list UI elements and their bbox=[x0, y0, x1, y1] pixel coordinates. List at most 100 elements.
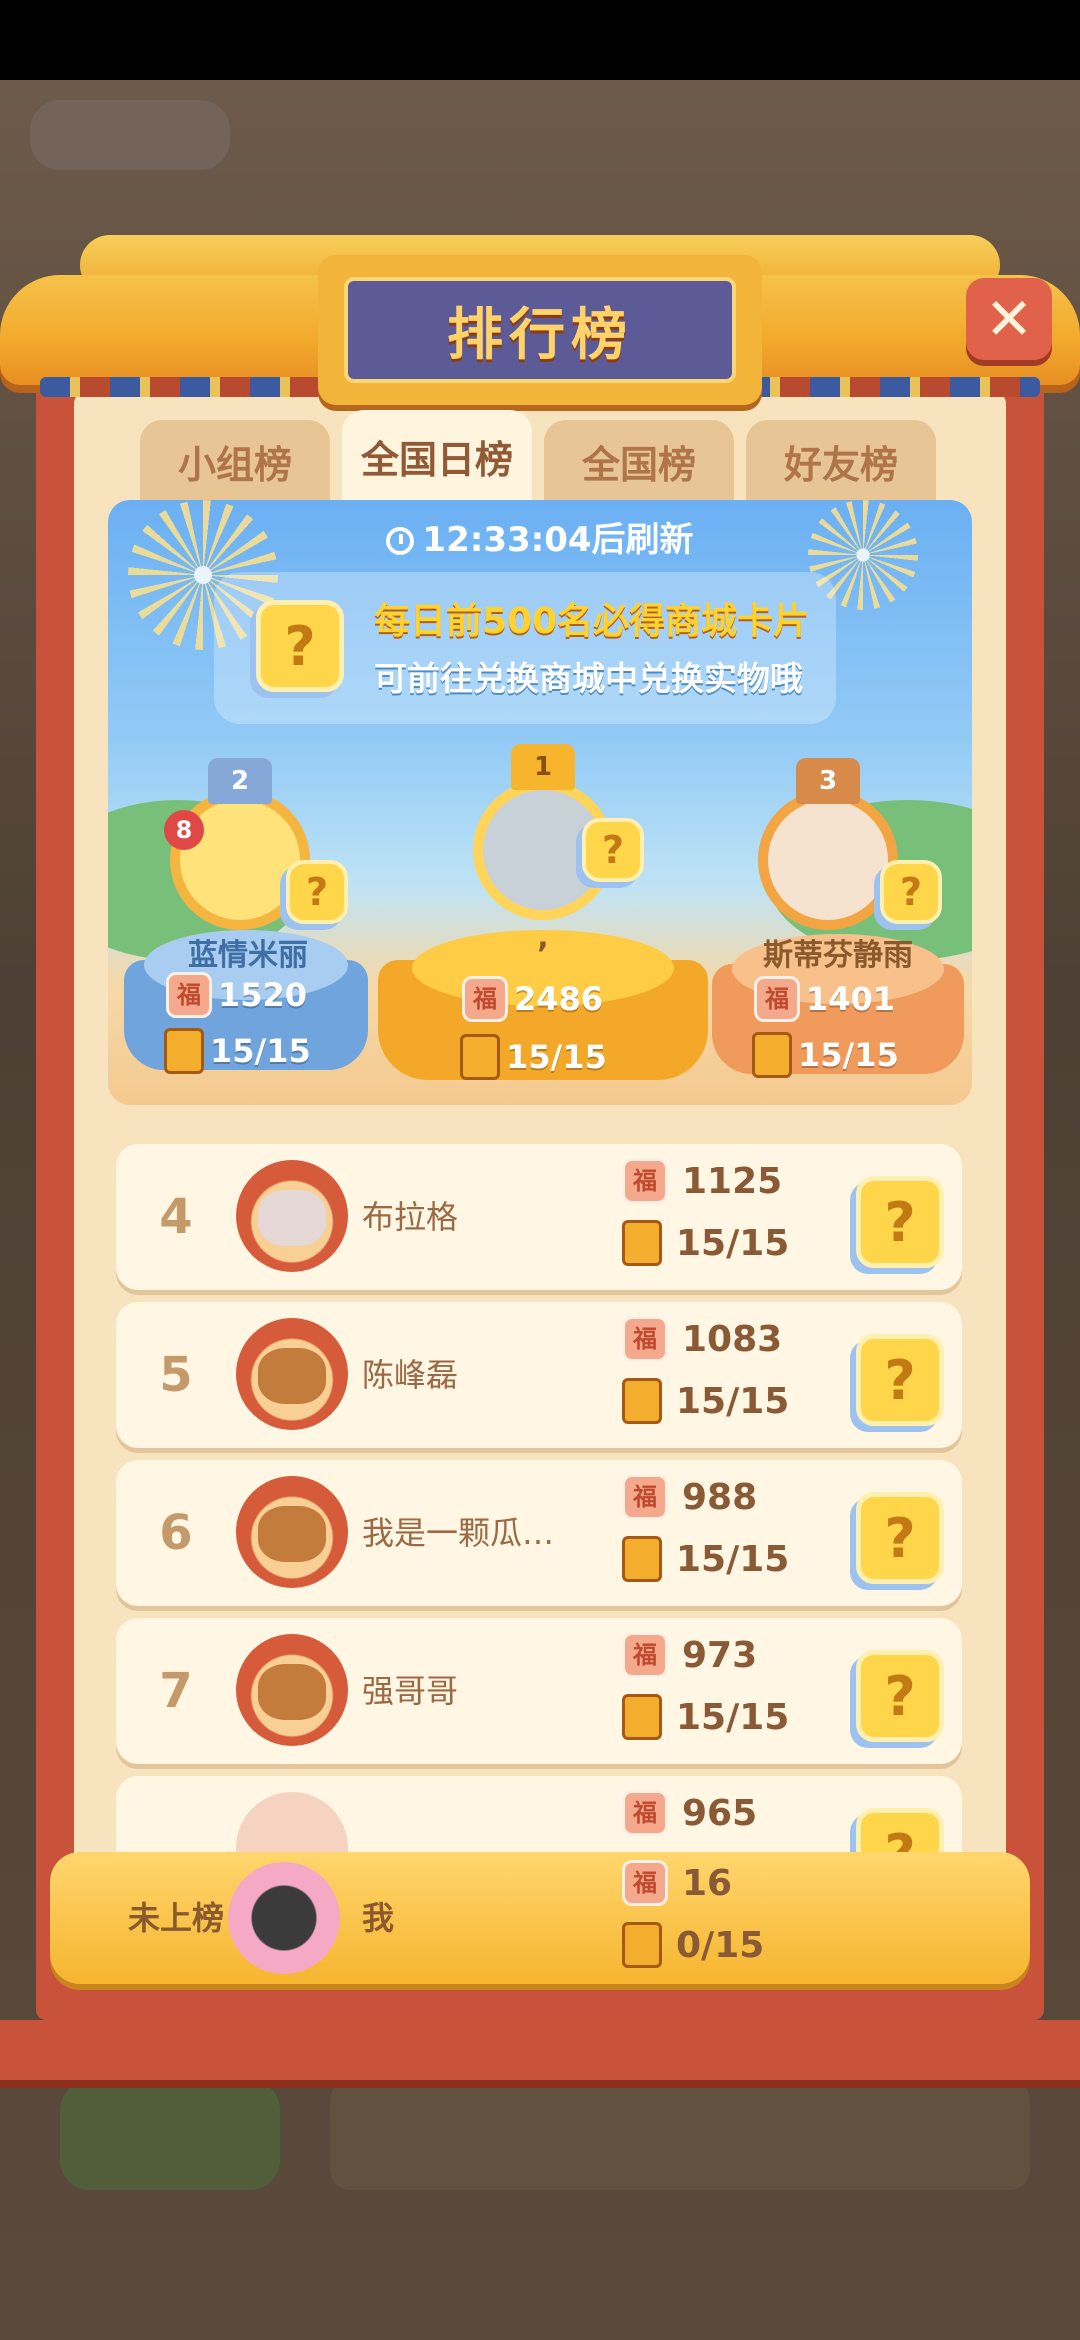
my-rank-bar[interactable]: 未上榜 我 福 16 0/15 bbox=[50, 1852, 1030, 1984]
list-item[interactable]: 4 布拉格 福 1125 15/15 ? bbox=[116, 1144, 962, 1290]
clock-icon bbox=[386, 527, 415, 555]
fu-coin-icon: 福 bbox=[622, 1474, 668, 1520]
title-plaque-inner: 排行榜 bbox=[344, 277, 736, 383]
avatar bbox=[236, 1634, 348, 1746]
mystery-card-icon[interactable]: ? bbox=[856, 1492, 944, 1584]
status-bar bbox=[0, 0, 1080, 80]
books-value: 15/15 bbox=[506, 1038, 607, 1076]
player-name: 布拉格 bbox=[362, 1198, 459, 1236]
tab-bar: 小组榜 全国日榜 全国榜 好友榜 bbox=[140, 410, 940, 502]
books-stat: 15/15 bbox=[622, 1220, 789, 1266]
player-name: 斯蒂芬静雨 bbox=[763, 938, 913, 973]
list-item[interactable]: 7 强哥哥 福 973 15/15 ? bbox=[116, 1618, 962, 1764]
my-rank-status: 未上榜 bbox=[128, 1899, 225, 1937]
top-three-board: 12:33:04后刷新 ? 每日前500名必得商城卡片 可前往兑换商城中兑换实物… bbox=[108, 500, 972, 1105]
score-stat: 福 988 bbox=[622, 1474, 757, 1520]
fu-coin-icon: 福 bbox=[462, 976, 508, 1022]
dialog-title: 排行榜 bbox=[447, 302, 633, 368]
crown-rank-1-icon: 1 bbox=[511, 744, 575, 790]
player-name: 陈峰磊 bbox=[362, 1356, 459, 1394]
crown-rank-3-icon: 3 bbox=[796, 758, 860, 804]
score-value: 1083 bbox=[682, 1318, 783, 1360]
score-value: 2486 bbox=[514, 980, 604, 1018]
avatar-face bbox=[258, 1348, 326, 1404]
book-icon bbox=[752, 1032, 792, 1078]
close-button[interactable]: ✕ bbox=[966, 278, 1052, 360]
books-stat: 15/15 bbox=[164, 1028, 311, 1074]
book-icon bbox=[622, 1378, 662, 1424]
books-value: 15/15 bbox=[676, 1222, 790, 1264]
score-value: 965 bbox=[682, 1792, 758, 1834]
list-item[interactable]: 5 陈峰磊 福 1083 15/15 ? bbox=[116, 1302, 962, 1448]
books-stat: 15/15 bbox=[622, 1536, 789, 1582]
fu-coin-icon: 福 bbox=[166, 972, 212, 1018]
podium-rank-1[interactable]: 1 ? , 福 2486 15/15 bbox=[378, 740, 708, 1105]
mystery-card-icon: ? bbox=[256, 600, 344, 692]
player-name: 强哥哥 bbox=[362, 1672, 459, 1710]
book-icon bbox=[622, 1220, 662, 1266]
list-item[interactable]: 6 我是一颗瓜… 福 988 15/15 ? bbox=[116, 1460, 962, 1606]
tab-friends-rank[interactable]: 好友榜 bbox=[746, 420, 936, 502]
title-plaque: 排行榜 bbox=[318, 255, 762, 405]
score-value: 1520 bbox=[218, 976, 308, 1014]
books-stat: 0/15 bbox=[622, 1922, 764, 1968]
mystery-card-icon[interactable]: ? bbox=[856, 1176, 944, 1268]
player-name: 我是一颗瓜… bbox=[362, 1514, 555, 1552]
book-icon bbox=[622, 1922, 662, 1968]
avatar bbox=[236, 1318, 348, 1430]
book-icon bbox=[460, 1034, 500, 1080]
tab-national-rank[interactable]: 全国榜 bbox=[544, 420, 734, 502]
level-badge: 8 bbox=[164, 810, 204, 850]
frame-base bbox=[0, 2020, 1080, 2080]
avatar bbox=[236, 1160, 348, 1272]
mystery-card-icon: ? bbox=[286, 860, 348, 924]
fu-coin-icon: 福 bbox=[622, 1632, 668, 1678]
mystery-card-icon: ? bbox=[582, 818, 644, 882]
book-icon bbox=[622, 1536, 662, 1582]
fu-coin-icon: 福 bbox=[622, 1860, 668, 1906]
books-stat: 15/15 bbox=[460, 1034, 607, 1080]
avatar-face bbox=[258, 1506, 326, 1562]
books-value: 15/15 bbox=[210, 1032, 311, 1070]
score-value: 16 bbox=[682, 1862, 733, 1904]
background-blur bbox=[60, 2080, 280, 2190]
fu-coin-icon: 福 bbox=[754, 976, 800, 1022]
crown-rank-2-icon: 2 bbox=[208, 758, 272, 804]
refresh-text: 12:33:04后刷新 bbox=[422, 520, 694, 560]
podium-rank-2[interactable]: 2 8 ? 蓝情米丽 福 1520 15/15 bbox=[108, 750, 388, 1105]
reward-banner: ? 每日前500名必得商城卡片 可前往兑换商城中兑换实物哦 bbox=[214, 572, 836, 724]
books-stat: 15/15 bbox=[752, 1032, 899, 1078]
books-value: 15/15 bbox=[676, 1696, 790, 1738]
player-name: 蓝情米丽 bbox=[188, 938, 308, 973]
podium-rank-3[interactable]: 3 ? 斯蒂芬静雨 福 1401 15/15 bbox=[704, 750, 972, 1105]
close-icon: ✕ bbox=[984, 285, 1034, 353]
mystery-card-icon[interactable]: ? bbox=[856, 1650, 944, 1742]
score-stat: 福 16 bbox=[622, 1860, 732, 1906]
books-value: 15/15 bbox=[676, 1380, 790, 1422]
banner-line-2: 可前往兑换商城中兑换实物哦 bbox=[374, 659, 803, 698]
books-stat: 15/15 bbox=[622, 1694, 789, 1740]
score-value: 1125 bbox=[682, 1160, 783, 1202]
books-stat: 15/15 bbox=[622, 1378, 789, 1424]
refresh-timer: 12:33:04后刷新 bbox=[108, 512, 972, 561]
mystery-card-icon[interactable]: ? bbox=[856, 1334, 944, 1426]
rank-number: 7 bbox=[159, 1663, 193, 1719]
avatar bbox=[758, 790, 898, 930]
rank-number: 6 bbox=[159, 1505, 193, 1561]
book-icon bbox=[622, 1694, 662, 1740]
tab-national-daily[interactable]: 全国日榜 bbox=[342, 410, 532, 502]
background-blur bbox=[30, 100, 230, 170]
rank-number: 5 bbox=[159, 1347, 193, 1403]
avatar-face bbox=[258, 1664, 326, 1720]
score-stat: 福 1520 bbox=[166, 972, 307, 1018]
avatar bbox=[236, 1476, 348, 1588]
books-value: 15/15 bbox=[676, 1538, 790, 1580]
score-stat: 福 1083 bbox=[622, 1316, 782, 1362]
books-value: 15/15 bbox=[798, 1036, 899, 1074]
books-value: 0/15 bbox=[676, 1924, 765, 1966]
fu-coin-icon: 福 bbox=[622, 1790, 668, 1836]
background-blur bbox=[330, 2080, 1030, 2190]
score-stat: 福 2486 bbox=[462, 976, 603, 1022]
tab-group-rank[interactable]: 小组榜 bbox=[140, 420, 330, 502]
rank-number: 4 bbox=[159, 1189, 193, 1245]
